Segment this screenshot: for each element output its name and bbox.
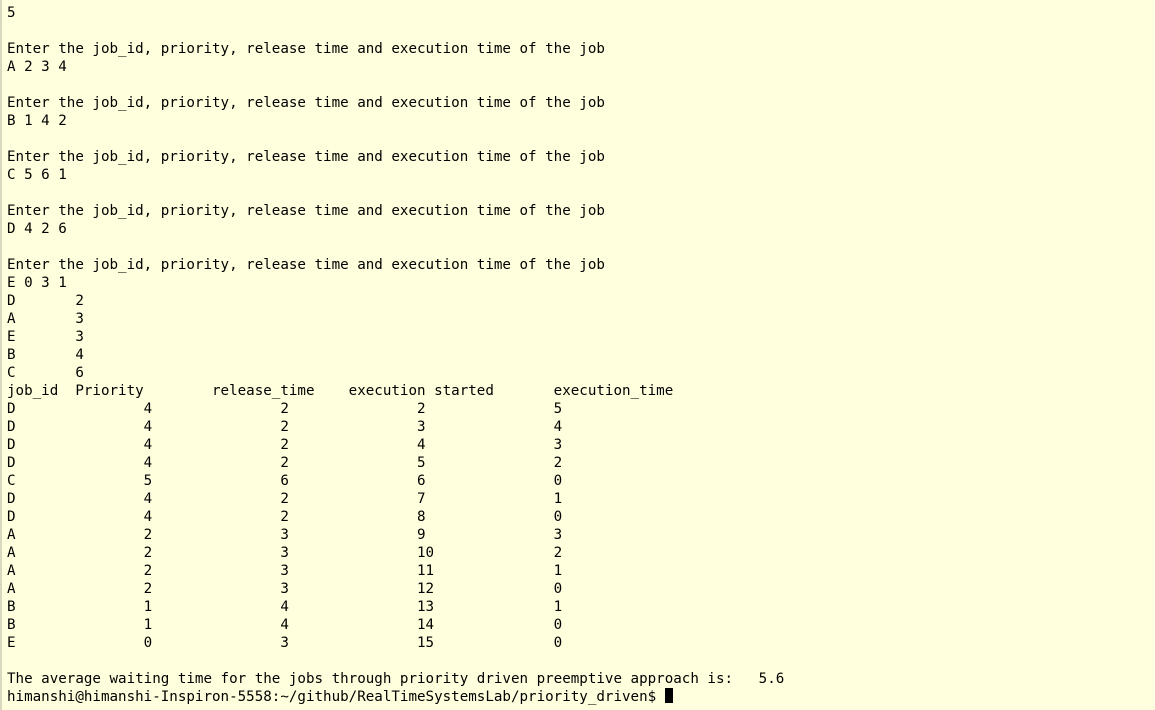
text-cursor	[664, 688, 673, 703]
output-line: B 1 4 13 1	[7, 599, 563, 615]
output-line: D 4 2 3 4	[7, 419, 563, 435]
output-line: C 5 6 1	[7, 167, 67, 183]
output-line: E 3	[7, 329, 84, 345]
output-line: The average waiting time for the jobs th…	[7, 671, 785, 687]
output-line: 5	[7, 5, 16, 21]
output-line: Enter the job_id, priority, release time…	[7, 257, 605, 273]
output-line: Enter the job_id, priority, release time…	[7, 149, 605, 165]
output-line: Enter the job_id, priority, release time…	[7, 95, 605, 111]
output-line: A 2 3 9 3	[7, 527, 563, 543]
output-line: A 2 3 4	[7, 59, 67, 75]
output-line: B 1 4 14 0	[7, 617, 563, 633]
output-line: D 4 2 4 3	[7, 437, 563, 453]
output-line: D 4 2 5 2	[7, 455, 563, 471]
output-line: E 0 3 15 0	[7, 635, 563, 651]
shell-prompt-line[interactable]: himanshi@himanshi-Inspiron-5558:~/github…	[7, 688, 784, 706]
output-line: D 4 2 2 5	[7, 401, 563, 417]
output-line: B 4	[7, 347, 84, 363]
output-line: Enter the job_id, priority, release time…	[7, 41, 605, 57]
shell-prompt: himanshi@himanshi-Inspiron-5558:~/github…	[7, 689, 665, 705]
output-line: Enter the job_id, priority, release time…	[7, 203, 605, 219]
output-line: A 2 3 11 1	[7, 563, 563, 579]
output-line: D 4 2 6	[7, 221, 67, 237]
terminal-output: 5 Enter the job_id, priority, release tim…	[7, 4, 784, 706]
output-line: A 3	[7, 311, 84, 327]
output-line: D 4 2 8 0	[7, 509, 563, 525]
output-line: D 4 2 7 1	[7, 491, 563, 507]
terminal-window[interactable]: 5 Enter the job_id, priority, release tim…	[0, 0, 1155, 710]
output-line: A 2 3 12 0	[7, 581, 563, 597]
output-line: D 2	[7, 293, 84, 309]
output-line: job_id Priority release_time execution s…	[7, 383, 674, 399]
output-line: C 5 6 6 0	[7, 473, 563, 489]
output-line: A 2 3 10 2	[7, 545, 563, 561]
output-line: B 1 4 2	[7, 113, 67, 129]
output-line: E 0 3 1	[7, 275, 67, 291]
output-line: C 6	[7, 365, 84, 381]
